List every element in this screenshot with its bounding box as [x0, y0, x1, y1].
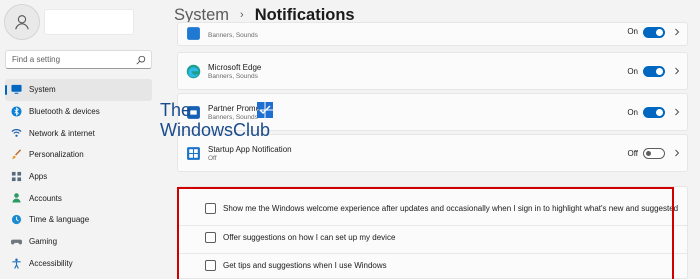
- watermark-line1: The: [160, 100, 192, 120]
- app-icon-blue: [187, 27, 200, 40]
- person-icon: [12, 193, 21, 203]
- notification-toggle[interactable]: [643, 107, 665, 118]
- sidebar-nav: System Bluetooth & devices Network & int…: [5, 79, 152, 274]
- suggestion-option[interactable]: Offer suggestions on how I can set up my…: [205, 227, 395, 247]
- suggestion-label: Show me the Windows welcome experience a…: [223, 203, 679, 213]
- divider: [178, 253, 687, 254]
- watermark: The WindowsClub: [160, 100, 280, 144]
- toggle-state-label: On: [627, 27, 638, 36]
- watermark-line2: WindowsClub: [160, 120, 271, 140]
- sidebar-item-label: Gaming: [29, 237, 58, 247]
- chevron-right-icon[interactable]: [673, 67, 681, 75]
- app-notification-row[interactable]: Microsoft Edge Banners, Sounds On: [177, 52, 688, 90]
- sidebar-item-bluetooth[interactable]: Bluetooth & devices: [5, 101, 152, 123]
- apps-icon: [11, 171, 22, 181]
- search-input[interactable]: Find a setting: [5, 50, 152, 69]
- notification-toggle[interactable]: [643, 27, 665, 38]
- sidebar-item-label: System: [29, 85, 56, 95]
- sidebar-item-accessibility[interactable]: Accessibility: [5, 253, 152, 275]
- gamepad-icon: [11, 239, 22, 245]
- suggestions-panel: Show me the Windows welcome experience a…: [177, 186, 688, 279]
- person-icon: [15, 15, 29, 30]
- notification-toggle[interactable]: [643, 148, 665, 159]
- app-subtitle: Banners, Sounds: [208, 73, 258, 80]
- divider: [178, 225, 687, 226]
- app-subtitle: Off: [208, 155, 217, 162]
- wifi-icon: [11, 129, 22, 138]
- sidebar-item-label: Bluetooth & devices: [29, 107, 100, 117]
- suggestion-option[interactable]: Show me the Windows welcome experience a…: [205, 198, 678, 218]
- app-title: Startup App Notification: [208, 145, 292, 154]
- suggestion-checkbox[interactable]: [205, 231, 216, 243]
- chevron-right-icon[interactable]: [673, 108, 681, 116]
- breadcrumb-separator: ›: [240, 9, 244, 21]
- sidebar-item-apps[interactable]: Apps: [5, 166, 152, 188]
- edge-icon: [186, 64, 201, 79]
- toggle-state-label: On: [627, 67, 638, 76]
- windowsclub-logo-icon: [257, 102, 273, 118]
- chevron-right-icon[interactable]: [673, 28, 681, 36]
- chevron-right-icon[interactable]: [673, 149, 681, 157]
- suggestion-option[interactable]: Get tips and suggestions when I use Wind…: [205, 255, 387, 275]
- sidebar-item-time-language[interactable]: Time & language: [5, 209, 152, 231]
- sidebar-item-label: Accounts: [29, 193, 62, 203]
- search-icon: [136, 55, 146, 65]
- sidebar-item-personalization[interactable]: Personalization: [5, 144, 152, 166]
- suggestion-label: Offer suggestions on how I can set up my…: [223, 232, 396, 242]
- suggestion-label: Get tips and suggestions when I use Wind…: [223, 260, 387, 270]
- sidebar: Find a setting System Bluetooth & device…: [0, 0, 160, 279]
- sidebar-item-label: Personalization: [29, 150, 84, 160]
- sidebar-item-accounts[interactable]: Accounts: [5, 187, 152, 209]
- brush-icon: [11, 149, 22, 160]
- app-subtitle: Banners, Sounds: [208, 32, 258, 39]
- accessibility-icon: [12, 258, 21, 269]
- app-notification-row[interactable]: Banners, Sounds On: [177, 22, 688, 46]
- sidebar-item-label: Accessibility: [29, 258, 73, 268]
- sidebar-item-label: Time & language: [29, 215, 90, 225]
- sidebar-item-label: Apps: [29, 172, 48, 182]
- startup-app-icon: [187, 147, 200, 160]
- sidebar-item-network[interactable]: Network & internet: [5, 122, 152, 144]
- sidebar-item-label: Network & internet: [29, 128, 95, 138]
- monitor-icon: [11, 84, 22, 94]
- sidebar-item-system[interactable]: System: [5, 79, 152, 101]
- user-name-box: [44, 9, 134, 35]
- suggestion-checkbox[interactable]: [205, 202, 216, 214]
- sidebar-item-gaming[interactable]: Gaming: [5, 231, 152, 253]
- globe-clock-icon: [11, 215, 22, 225]
- toggle-state-label: Off: [627, 149, 638, 158]
- bluetooth-icon: [11, 106, 22, 117]
- notification-toggle[interactable]: [643, 66, 665, 77]
- suggestion-checkbox[interactable]: [205, 259, 216, 271]
- user-avatar[interactable]: [4, 4, 40, 40]
- search-placeholder: Find a setting: [12, 55, 61, 64]
- toggle-state-label: On: [627, 108, 638, 117]
- app-title: Microsoft Edge: [208, 63, 262, 72]
